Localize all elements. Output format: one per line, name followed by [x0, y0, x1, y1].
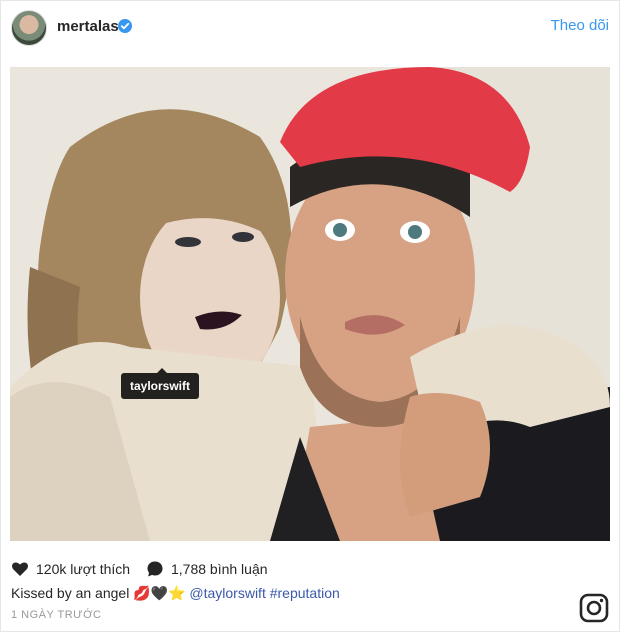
instagram-logo-icon[interactable]	[579, 593, 609, 623]
post-timestamp[interactable]: 1 NGÀY TRƯỚC	[11, 609, 101, 621]
heart-icon[interactable]	[11, 561, 29, 577]
post-photo[interactable]: taylorswift	[10, 67, 610, 541]
photo-illustration	[10, 67, 610, 541]
post-card: mertalas Theo dõi taylorswift 120k lượt …	[0, 0, 620, 632]
verified-badge-icon	[118, 19, 132, 33]
post-header: mertalas Theo dõi	[1, 1, 619, 55]
follow-button[interactable]: Theo dõi	[551, 17, 609, 34]
avatar[interactable]	[11, 10, 47, 46]
user-tag-label[interactable]: taylorswift	[121, 368, 200, 399]
likes-count[interactable]: 120k lượt thích	[36, 561, 130, 577]
caption-mention-link[interactable]: @taylorswift	[189, 585, 265, 601]
post-caption: Kissed by an angel 💋🖤⭐ @taylorswift #rep…	[11, 585, 340, 602]
caption-hashtag-link[interactable]: #reputation	[270, 585, 340, 601]
caption-text: Kissed by an angel	[11, 585, 130, 601]
username[interactable]: mertalas	[57, 18, 119, 35]
caption-emojis: 💋🖤⭐	[133, 585, 186, 601]
comments-count[interactable]: 1,788 bình luận	[171, 561, 268, 577]
comment-icon[interactable]	[146, 560, 164, 578]
